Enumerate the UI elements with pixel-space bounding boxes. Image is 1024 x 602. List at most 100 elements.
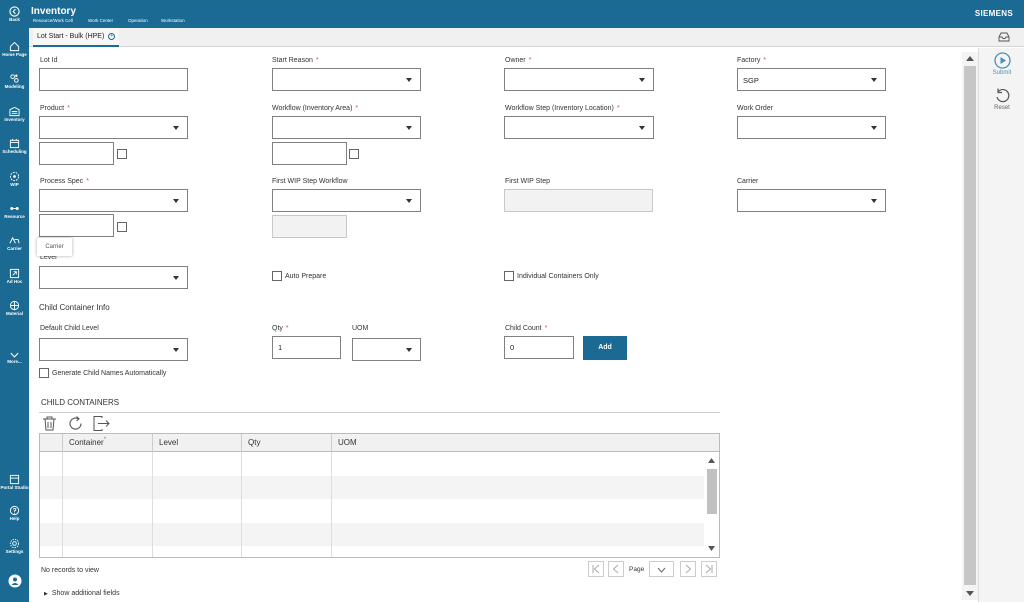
default-child-level-label: Default Child Level (40, 325, 99, 332)
breadcrumb-operation[interactable]: Operation (128, 18, 148, 23)
lot-id-input[interactable] (39, 68, 188, 91)
table-row[interactable] (40, 499, 704, 523)
sidebar-item-more[interactable]: More... (0, 351, 29, 365)
work-order-label: Work Order (737, 105, 774, 112)
workflow-revision-checkbox[interactable] (349, 149, 359, 159)
export-icon[interactable] (92, 415, 111, 432)
sidebar-item-resource[interactable]: Resource (0, 203, 29, 220)
scroll-down-icon[interactable] (708, 546, 715, 551)
calendar-icon (9, 138, 20, 149)
home-icon (9, 41, 20, 52)
workflow-step-dropdown[interactable] (504, 116, 654, 139)
scroll-up-icon[interactable] (966, 56, 974, 61)
app-title: Inventory (31, 6, 77, 17)
workflow-revision-input[interactable] (272, 142, 347, 165)
inventory-icon (9, 106, 20, 117)
actions-panel: Submit Reset (978, 48, 1024, 602)
sidebar-item-carrier[interactable]: Carrier (0, 235, 29, 252)
tab-info-icon[interactable]: + (108, 33, 116, 40)
child-count-input[interactable]: 0 (504, 336, 574, 359)
generate-child-names-checkbox[interactable] (39, 368, 49, 378)
sidebar-item-label: Portal Studio (0, 485, 29, 490)
help-icon (9, 505, 20, 516)
workflow-dropdown[interactable] (272, 116, 421, 139)
sidebar-item-label: WIP (10, 182, 19, 187)
page-select[interactable] (649, 561, 674, 577)
product-revision-checkbox[interactable] (117, 149, 127, 159)
caret-right-icon: ▶ (44, 591, 48, 597)
reset-button[interactable]: Reset (979, 87, 1024, 111)
first-wip-step-workflow-dropdown[interactable] (272, 189, 421, 212)
sidebar-item-label: Home Page (2, 52, 27, 57)
last-page-button[interactable] (701, 561, 717, 577)
sidebar-item-home-page[interactable]: Home Page (0, 41, 29, 58)
breadcrumb-work-center[interactable]: Work Center (88, 18, 113, 23)
process-spec-revision-input[interactable] (39, 214, 114, 237)
auto-prepare-checkbox[interactable] (272, 271, 282, 281)
first-page-button[interactable] (588, 561, 604, 577)
column-header-container[interactable]: Container* (62, 434, 152, 452)
factory-dropdown[interactable]: SGP (737, 68, 886, 91)
submit-button[interactable]: Submit (979, 52, 1024, 76)
modeling-icon (10, 74, 19, 83)
start-reason-label: Start Reason * (272, 57, 319, 64)
owner-dropdown[interactable] (504, 68, 654, 91)
sidebar-back[interactable]: Back (0, 6, 29, 23)
prev-page-button[interactable] (608, 561, 624, 577)
column-divider (331, 452, 332, 557)
qty-input[interactable]: 1 (272, 336, 341, 359)
uom-dropdown[interactable] (352, 338, 421, 361)
sidebar-item-modeling[interactable]: Modeling (0, 73, 29, 90)
left-sidebar: Back Home Page Modeling Inventory Schedu… (0, 0, 29, 602)
grid-scroll-thumb[interactable] (707, 469, 717, 514)
lot-id-label: Lot Id (40, 57, 58, 64)
table-row[interactable] (40, 475, 704, 499)
carrier-dropdown[interactable] (737, 189, 886, 212)
breadcrumb-workstation[interactable]: Workstation (161, 18, 185, 23)
uom-label: UOM (352, 325, 369, 332)
sidebar-item-material[interactable]: Material (0, 300, 29, 317)
sidebar-item-label: Carrier (7, 246, 22, 251)
sidebar-item-ad-hoc[interactable]: Ad Hoc (0, 268, 29, 285)
table-row[interactable] (40, 452, 704, 476)
sidebar-item-inventory[interactable]: Inventory (0, 106, 29, 123)
sidebar-item-label: More... (7, 359, 22, 364)
page-scroll-thumb[interactable] (964, 66, 976, 585)
grid-scrollbar[interactable] (704, 452, 719, 557)
product-revision-input[interactable] (39, 142, 114, 165)
column-header-qty[interactable]: Qty (241, 434, 331, 452)
sidebar-item-settings[interactable]: Settings (0, 538, 29, 555)
sidebar-item-scheduling[interactable]: Scheduling (0, 138, 29, 155)
next-page-button[interactable] (680, 561, 696, 577)
default-child-level-dropdown[interactable] (39, 338, 188, 361)
process-spec-dropdown[interactable] (39, 189, 188, 212)
refresh-icon[interactable] (67, 415, 84, 432)
column-header-uom[interactable]: UOM (331, 434, 719, 452)
user-avatar[interactable] (0, 574, 29, 588)
scroll-down-icon[interactable] (966, 591, 974, 596)
process-spec-revision-checkbox[interactable] (117, 222, 127, 232)
individual-containers-only-checkbox[interactable] (504, 271, 514, 281)
first-wip-step-label: First WIP Step (505, 178, 550, 185)
work-order-dropdown[interactable] (737, 116, 886, 139)
trash-icon[interactable] (41, 415, 58, 432)
add-button[interactable]: Add (583, 336, 627, 360)
sidebar-item-portal-studio[interactable]: Portal Studio (0, 474, 29, 491)
column-header-level[interactable]: Level (152, 434, 241, 452)
material-icon (9, 300, 20, 311)
table-row[interactable] (40, 522, 704, 546)
show-additional-fields-toggle[interactable]: ▶ Show additional fields (44, 590, 120, 597)
product-dropdown[interactable] (39, 116, 188, 139)
breadcrumb-resource-work-cell[interactable]: Resource/Work Cell (33, 18, 73, 23)
level-dropdown[interactable] (39, 266, 188, 289)
inbox-icon[interactable] (998, 32, 1010, 42)
brand-logo: SIEMENS (974, 9, 1013, 18)
page-scrollbar[interactable] (962, 52, 978, 600)
sidebar-item-wip[interactable]: WIP (0, 171, 29, 188)
table-row[interactable] (40, 546, 704, 557)
scroll-up-icon[interactable] (708, 458, 715, 463)
column-divider (241, 452, 242, 557)
tab-lot-start-bulk[interactable]: Lot Start - Bulk (HPE) + (33, 28, 120, 47)
start-reason-dropdown[interactable] (272, 68, 421, 91)
sidebar-item-help[interactable]: Help (0, 505, 29, 522)
